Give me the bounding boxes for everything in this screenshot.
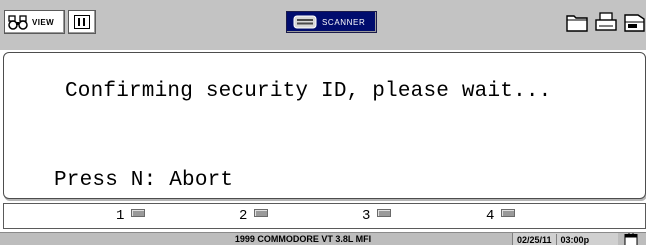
pause-button[interactable] xyxy=(68,10,96,34)
scanner-label: SCANNER xyxy=(322,17,366,27)
print-button[interactable] xyxy=(593,10,619,34)
softkey-indicator xyxy=(377,209,392,217)
disk-button[interactable] xyxy=(622,10,646,34)
binoculars-icon xyxy=(8,15,28,30)
scanner-button[interactable]: SCANNER xyxy=(286,11,377,33)
softkey-label: 3 xyxy=(362,208,371,224)
status-bar: 1999 COMMODORE VT 3.8L MFI 02/25/11 03:0… xyxy=(0,232,646,245)
date-divider xyxy=(555,234,557,245)
disk-icon xyxy=(624,14,645,32)
softkey-1[interactable]: 1 xyxy=(116,206,146,226)
softkey-bar: 1 2 3 4 xyxy=(3,203,646,229)
printer-icon xyxy=(595,12,617,31)
view-button[interactable]: VIEW xyxy=(4,10,65,34)
calendar-icon[interactable] xyxy=(622,233,640,245)
softkey-label: 4 xyxy=(486,208,495,224)
softkey-indicator xyxy=(131,209,146,217)
pause-icon xyxy=(74,15,90,29)
date-time-box: 02/25/11 03:00p xyxy=(512,233,618,245)
view-label: VIEW xyxy=(32,17,55,27)
softkey-label: 1 xyxy=(116,208,125,224)
toolbar: VIEW SCANNER xyxy=(0,0,646,50)
abort-prompt: Press N: Abort xyxy=(54,169,234,192)
softkey-indicator xyxy=(501,209,516,217)
folder-icon xyxy=(566,15,588,32)
status-time: 03:00p xyxy=(560,234,590,245)
softkey-2[interactable]: 2 xyxy=(239,206,269,226)
softkey-4[interactable]: 4 xyxy=(486,206,516,226)
softkey-indicator xyxy=(254,209,269,217)
status-message: Confirming security ID, please wait... xyxy=(65,80,552,103)
softkey-label: 2 xyxy=(239,208,248,224)
softkey-3[interactable]: 3 xyxy=(362,206,392,226)
keyboard-icon xyxy=(293,15,317,29)
folder-button[interactable] xyxy=(564,10,590,34)
status-date: 02/25/11 xyxy=(517,234,552,245)
